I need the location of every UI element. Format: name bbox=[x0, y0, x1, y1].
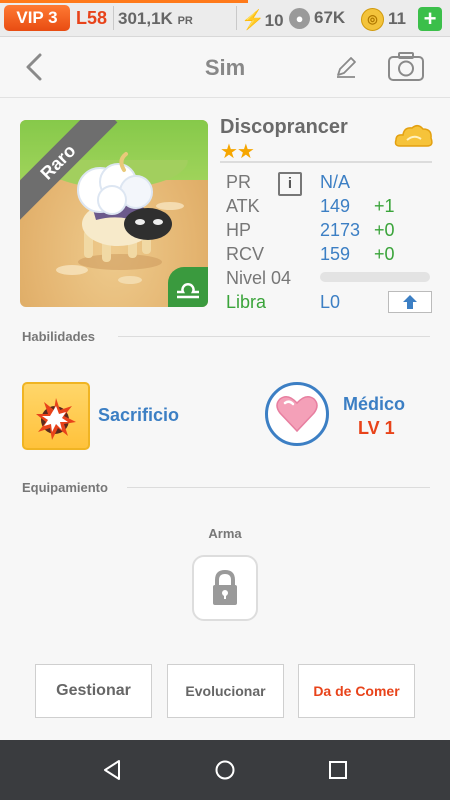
stat-label-atk: ATK bbox=[226, 196, 260, 216]
power-unit: PR bbox=[177, 15, 193, 27]
paw-icon: ● bbox=[289, 8, 310, 30]
level-progress-bar bbox=[0, 0, 248, 3]
cloud-icon[interactable] bbox=[394, 122, 434, 152]
explosion-icon bbox=[36, 398, 76, 440]
leader-skill-icon[interactable] bbox=[265, 382, 329, 446]
libra-icon-glyph bbox=[177, 282, 199, 299]
camera-icon bbox=[388, 52, 424, 81]
stat-value-atk: 149 bbox=[320, 196, 351, 216]
skills-section-title: Habilidades bbox=[22, 329, 95, 344]
player-level: L58 bbox=[76, 8, 108, 28]
section-divider bbox=[118, 336, 430, 337]
food-counter[interactable]: ● 67K bbox=[289, 8, 346, 30]
coin-value: 11 bbox=[388, 8, 406, 28]
coin-counter[interactable]: ◎ 11 bbox=[361, 8, 406, 31]
top-status-bar: VIP 3 L58 301,1K PR ⚡10 ● 67K ◎ 11 + bbox=[0, 0, 450, 37]
stat-label-rcv: RCV bbox=[226, 244, 265, 264]
stat-bonus-rcv: +0 bbox=[374, 244, 395, 264]
divider bbox=[236, 6, 237, 30]
power-rating: 301,1K PR bbox=[118, 9, 193, 29]
stat-value-rcv: 159 bbox=[320, 244, 351, 264]
evolve-button[interactable]: Evolucionar bbox=[167, 664, 284, 718]
food-value: 67K bbox=[314, 8, 346, 27]
page-title: Sim bbox=[204, 55, 246, 80]
camera-button[interactable] bbox=[386, 50, 426, 84]
power-value: 301,1K bbox=[118, 9, 173, 28]
stat-value-hp: 2173 bbox=[320, 220, 361, 240]
libra-icon bbox=[168, 267, 208, 307]
energy-value: 10 bbox=[264, 11, 284, 30]
stat-label-hp: HP bbox=[226, 220, 252, 240]
vip-badge[interactable]: VIP 3 bbox=[4, 5, 70, 31]
pet-portrait[interactable]: Raro bbox=[20, 120, 208, 307]
name-divider bbox=[220, 161, 432, 163]
add-coins-button[interactable]: + bbox=[418, 7, 442, 31]
stat-bonus-atk: +1 bbox=[374, 196, 395, 216]
active-skill-name[interactable]: Sacrificio bbox=[98, 405, 179, 426]
system-navigation-bar bbox=[0, 740, 450, 800]
nav-back-icon[interactable] bbox=[100, 758, 124, 782]
zodiac-sign-level: L0 bbox=[320, 292, 341, 312]
nav-home-icon[interactable] bbox=[213, 758, 237, 782]
lock-icon bbox=[213, 569, 237, 605]
leader-skill-name[interactable]: Médico bbox=[343, 394, 405, 415]
divider bbox=[113, 6, 114, 30]
stat-value-pr: N/A bbox=[320, 172, 351, 192]
info-button[interactable]: i bbox=[278, 172, 302, 196]
coin-icon: ◎ bbox=[361, 8, 384, 31]
page-header: Sim bbox=[0, 37, 450, 98]
nav-recents-icon[interactable] bbox=[326, 758, 350, 782]
weapon-slot[interactable] bbox=[192, 555, 258, 621]
energy-counter[interactable]: ⚡10 bbox=[241, 8, 284, 32]
level-label: Nivel 04 bbox=[226, 268, 292, 288]
section-divider bbox=[127, 487, 430, 488]
leader-skill-level: LV 1 bbox=[358, 418, 395, 438]
cloud-icon-glyph bbox=[394, 125, 433, 147]
heart-icon bbox=[276, 396, 318, 433]
stat-label-pr: PR bbox=[226, 172, 252, 192]
weapon-slot-label: Arma bbox=[208, 526, 242, 541]
manage-button[interactable]: Gestionar bbox=[35, 664, 152, 718]
zodiac-sign-label: Libra bbox=[226, 292, 267, 312]
feed-button[interactable]: Da de Comer bbox=[298, 664, 415, 718]
edit-name-button[interactable] bbox=[332, 53, 360, 81]
upgrade-sign-button[interactable] bbox=[388, 291, 432, 313]
arrow-up-icon bbox=[403, 295, 417, 309]
lightning-icon: ⚡ bbox=[241, 10, 265, 31]
pencil-icon bbox=[337, 57, 356, 78]
pet-name: Discoprancer bbox=[220, 116, 348, 138]
stat-bonus-hp: +0 bbox=[374, 220, 395, 240]
xp-progress-bar bbox=[320, 272, 430, 282]
active-skill-icon[interactable] bbox=[22, 382, 90, 450]
equipment-section-title: Equipamiento bbox=[22, 480, 108, 495]
